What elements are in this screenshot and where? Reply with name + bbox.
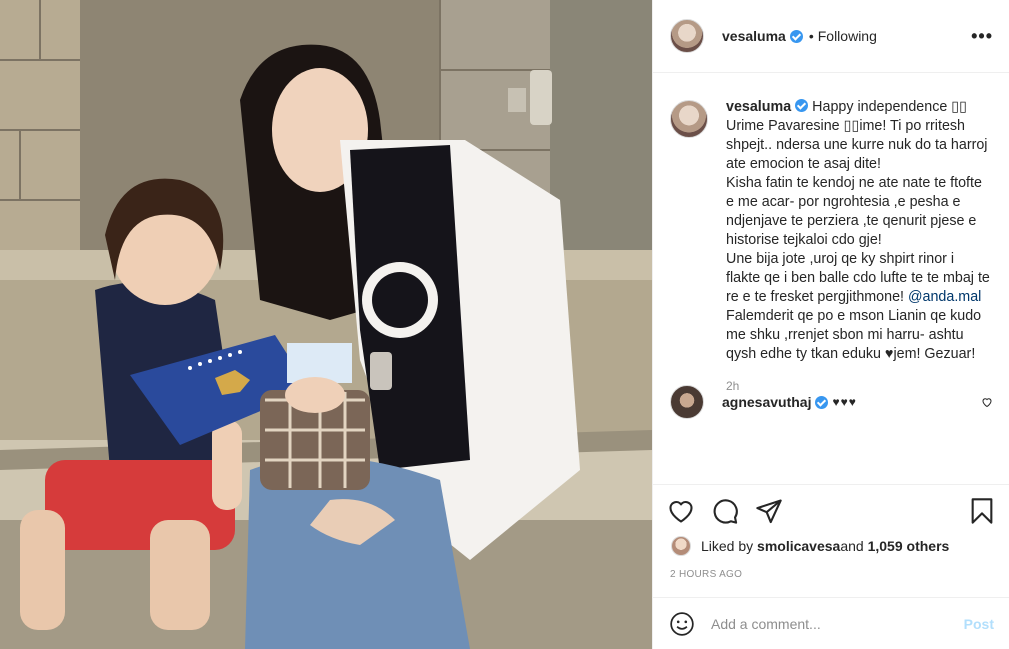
smiley-icon[interactable] — [669, 611, 695, 637]
verified-badge-icon — [789, 29, 803, 43]
comment-like-heart-icon[interactable] — [981, 396, 993, 408]
add-comment-bar: Post — [653, 597, 1009, 649]
comment-input[interactable] — [711, 615, 964, 632]
verified-badge-icon — [815, 395, 829, 409]
post-sidebar: vesaluma • Following ••• vesaluma Happy … — [652, 0, 1009, 649]
post-comment-button[interactable]: Post — [964, 616, 994, 632]
post-timestamp[interactable]: 2 HOURS AGO — [670, 569, 742, 580]
post-photo[interactable] — [0, 0, 652, 649]
comment-icon[interactable] — [711, 497, 739, 525]
liker-avatar[interactable] — [671, 536, 691, 556]
caption-body: vesaluma Happy independence ▯▯ Urime Pav… — [726, 98, 990, 396]
likes-middle: and — [840, 538, 864, 554]
instagram-post: vesaluma • Following ••• vesaluma Happy … — [0, 0, 1009, 649]
caption-username[interactable]: vesaluma — [726, 99, 791, 115]
paper-plane-icon[interactable] — [755, 497, 783, 525]
liker-username[interactable]: smolicavesa — [757, 538, 840, 554]
photo-illustration — [0, 0, 652, 649]
post-header: vesaluma • Following ••• — [653, 0, 1009, 73]
verified-badge-icon — [795, 99, 809, 112]
caption-text-continued: Falemderit qe po e mson Lianin qe kudo m… — [726, 308, 982, 362]
action-bar — [653, 484, 1009, 536]
mention-link[interactable]: @anda.mal — [908, 289, 981, 305]
commenter-avatar[interactable] — [670, 385, 704, 419]
more-options-icon[interactable]: ••• — [971, 26, 993, 47]
caption-text: Happy independence ▯▯ Urime Pavaresine ▯… — [726, 99, 990, 305]
likes-prefix: Liked by — [701, 538, 754, 554]
commenter-username[interactable]: agnesavuthaj — [722, 394, 811, 410]
comment-item: agnesavuthaj ♥♥♥ — [670, 385, 993, 419]
caption: vesaluma Happy independence ▯▯ Urime Pav… — [670, 98, 994, 396]
caption-avatar[interactable] — [670, 100, 708, 138]
author-avatar[interactable] — [670, 19, 704, 53]
bookmark-icon[interactable] — [968, 497, 996, 525]
likes-summary: Liked by smolicavesa and 1,059 others — [671, 536, 949, 556]
follow-separator: • — [808, 28, 814, 44]
comment-text: ♥♥♥ — [832, 395, 857, 409]
author-username[interactable]: vesaluma — [722, 28, 786, 44]
likes-count[interactable]: 1,059 others — [868, 538, 950, 554]
comments-list[interactable]: vesaluma Happy independence ▯▯ Urime Pav… — [653, 74, 1009, 484]
heart-icon[interactable] — [667, 497, 695, 525]
following-button[interactable]: Following — [818, 28, 877, 44]
